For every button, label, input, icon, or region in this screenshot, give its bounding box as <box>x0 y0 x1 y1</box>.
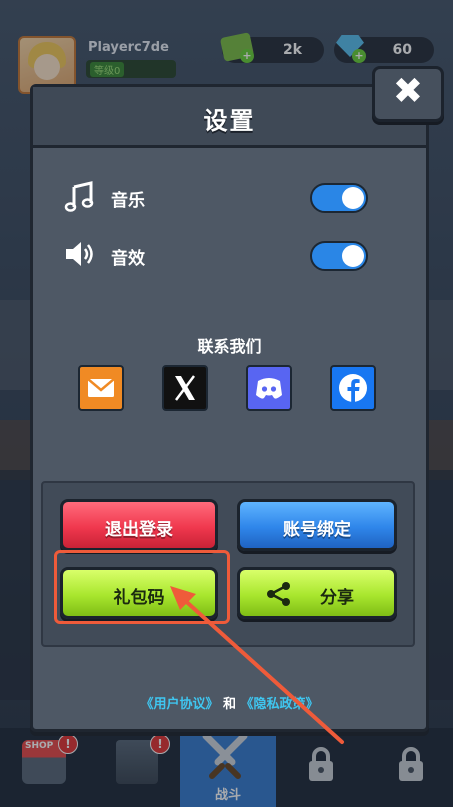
bind-account-button[interactable]: 账号绑定 <box>237 499 397 551</box>
sound-effects-label: 音效 <box>111 249 145 269</box>
speaker-icon <box>66 242 93 266</box>
contact-us-title: 联系我们 <box>197 337 262 356</box>
discord-button[interactable] <box>246 365 292 411</box>
dialog-header: 设置 <box>33 87 426 148</box>
sound-effects-toggle[interactable] <box>310 241 368 271</box>
music-setting-row: 音乐 <box>63 177 396 217</box>
logout-button[interactable]: 退出登录 <box>60 499 218 551</box>
sound-effects-setting-row: 音效 <box>63 235 396 275</box>
close-button[interactable]: ✖ <box>372 66 444 122</box>
email-button[interactable] <box>78 365 124 411</box>
close-icon: ✖ <box>392 71 424 112</box>
facebook-button[interactable] <box>330 365 376 411</box>
facebook-icon <box>339 374 367 403</box>
music-toggle[interactable] <box>310 183 368 213</box>
pointer-arrow-icon <box>170 586 344 744</box>
dialog-title: 设置 <box>203 107 256 135</box>
x-button[interactable] <box>162 365 208 411</box>
email-icon <box>87 378 115 397</box>
music-note-icon <box>64 181 94 212</box>
music-label: 音乐 <box>111 191 145 211</box>
x-logo-icon <box>175 375 195 401</box>
discord-icon <box>256 378 282 399</box>
